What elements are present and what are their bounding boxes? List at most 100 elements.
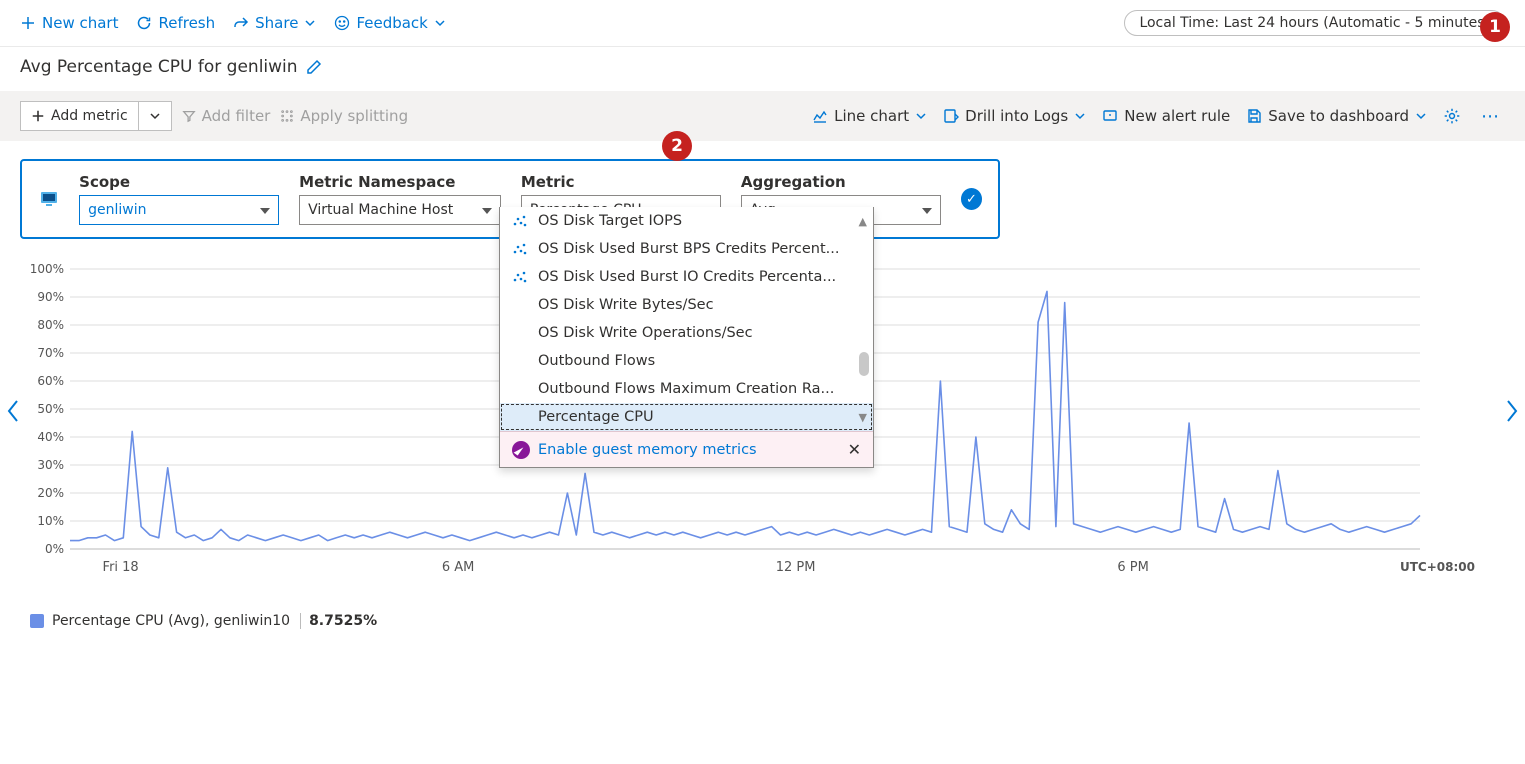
filter-icon [182, 109, 196, 123]
enable-guest-memory-link[interactable]: Enable guest memory metrics ✕ [500, 431, 873, 467]
apply-splitting-label: Apply splitting [300, 107, 408, 125]
metric-option-label: OS Disk Used Burst BPS Credits Percent..… [538, 241, 840, 257]
metric-option-label: OS Disk Target IOPS [538, 213, 682, 229]
new-alert-rule-button[interactable]: New alert rule [1102, 107, 1230, 125]
aggregation-label: Aggregation [741, 173, 941, 191]
svg-text:6 AM: 6 AM [442, 560, 475, 575]
add-metric-button[interactable]: Add metric [20, 101, 138, 131]
metric-option-label: Outbound Flows [538, 353, 655, 369]
metric-option-label: Percentage CPU [538, 409, 654, 425]
save-to-dashboard-button[interactable]: Save to dashboard [1246, 107, 1427, 125]
svg-text:100%: 100% [30, 262, 64, 276]
chart-next-button[interactable] [1505, 399, 1519, 423]
chevron-down-icon [304, 17, 316, 29]
refresh-button[interactable]: Refresh [136, 14, 215, 32]
metric-namespace-label: Metric Namespace [299, 173, 501, 191]
drill-into-logs-button[interactable]: Drill into Logs [943, 107, 1086, 125]
add-filter-button[interactable]: Add filter [182, 107, 271, 125]
split-icon [280, 109, 294, 123]
chart-toolbar: Add metric Add filter Apply splitting Li… [0, 91, 1525, 141]
scope-label: Scope [79, 173, 279, 191]
scroll-down-icon[interactable]: ▼ [859, 411, 867, 424]
plus-icon [31, 109, 45, 123]
metric-option[interactable]: OS Disk Used Burst BPS Credits Percent..… [500, 235, 873, 263]
add-metric-dropdown-toggle[interactable] [138, 101, 172, 131]
scrollbar-thumb[interactable] [859, 352, 869, 376]
feedback-button[interactable]: Feedback [334, 14, 445, 32]
svg-text:50%: 50% [37, 402, 64, 416]
metric-dropdown: OS Disk Target IOPS ▲ OS Disk Used Burst B… [499, 207, 874, 468]
metric-option[interactable]: OS Disk Write Bytes/Sec [500, 291, 873, 319]
metric-label: Metric [521, 173, 721, 191]
svg-text:40%: 40% [37, 430, 64, 444]
new-chart-label: New chart [42, 14, 118, 32]
save-to-dashboard-label: Save to dashboard [1268, 107, 1409, 125]
svg-text:6 PM: 6 PM [1117, 560, 1148, 575]
add-filter-label: Add filter [202, 107, 271, 125]
enable-guest-memory-label: Enable guest memory metrics [538, 442, 757, 458]
svg-text:20%: 20% [37, 486, 64, 500]
chart-prev-button[interactable] [6, 399, 20, 423]
top-command-bar: New chart Refresh Share Feedback Local T… [0, 0, 1525, 47]
time-range-pill[interactable]: Local Time: Last 24 hours (Automatic - 5… [1124, 10, 1505, 36]
add-metric-label: Add metric [51, 108, 128, 124]
svg-text:70%: 70% [37, 346, 64, 360]
gear-icon[interactable] [1443, 107, 1461, 125]
svg-text:Fri 18: Fri 18 [103, 560, 139, 575]
metric-option[interactable]: OS Disk Used Burst IO Credits Percenta..… [500, 263, 873, 291]
chart-legend: Percentage CPU (Avg), genliwin10 8.7525% [30, 613, 1525, 629]
metric-option-label: OS Disk Used Burst IO Credits Percenta..… [538, 269, 836, 285]
more-button[interactable]: ⋯ [1477, 106, 1505, 127]
svg-text:0%: 0% [45, 542, 64, 556]
apply-check-icon[interactable] [961, 188, 982, 210]
plus-icon [20, 15, 36, 31]
alert-icon [1102, 108, 1118, 124]
line-chart-icon [812, 108, 828, 124]
svg-text:60%: 60% [37, 374, 64, 388]
save-icon [1246, 108, 1262, 124]
metric-option[interactable]: Outbound Flows [500, 347, 873, 375]
metric-option-label: OS Disk Write Bytes/Sec [538, 297, 714, 313]
legend-series-label: Percentage CPU (Avg), genliwin10 [52, 613, 290, 629]
svg-text:UTC+08:00: UTC+08:00 [1400, 560, 1475, 574]
new-chart-button[interactable]: New chart [20, 14, 118, 32]
svg-text:80%: 80% [37, 318, 64, 332]
chevron-down-icon [1074, 110, 1086, 122]
metric-option-label: Outbound Flows Maximum Creation Ra... [538, 381, 834, 397]
refresh-icon [136, 15, 152, 31]
pencil-icon[interactable] [306, 59, 322, 75]
line-chart-label: Line chart [834, 107, 909, 125]
metric-option[interactable]: Percentage CPU ▼ [500, 403, 873, 431]
share-label: Share [255, 14, 298, 32]
close-icon[interactable]: ✕ [848, 440, 861, 459]
svg-text:90%: 90% [37, 290, 64, 304]
scope-selector[interactable]: genliwin [79, 195, 279, 225]
metric-option[interactable]: Outbound Flows Maximum Creation Ra... [500, 375, 873, 403]
metric-option-label: OS Disk Write Operations/Sec [538, 325, 753, 341]
metric-option[interactable]: OS Disk Target IOPS ▲ [500, 207, 873, 235]
refresh-label: Refresh [158, 14, 215, 32]
metric-option[interactable]: OS Disk Write Operations/Sec [500, 319, 873, 347]
logs-icon [943, 108, 959, 124]
chevron-down-icon [434, 17, 446, 29]
chevron-down-icon [1415, 110, 1427, 122]
apply-splitting-button[interactable]: Apply splitting [280, 107, 408, 125]
callout-badge-2: 2 [662, 131, 692, 161]
svg-text:30%: 30% [37, 458, 64, 472]
chevron-down-icon [149, 110, 161, 122]
scope-value: genliwin [88, 202, 146, 218]
new-alert-rule-label: New alert rule [1124, 107, 1230, 125]
svg-text:10%: 10% [37, 514, 64, 528]
legend-value: 8.7525% [300, 613, 377, 629]
svg-text:12 PM: 12 PM [776, 560, 816, 575]
metric-namespace-value: Virtual Machine Host [308, 202, 453, 218]
metric-namespace-selector[interactable]: Virtual Machine Host [299, 195, 501, 225]
drill-into-logs-label: Drill into Logs [965, 107, 1068, 125]
share-icon [233, 15, 249, 31]
line-chart-button[interactable]: Line chart [812, 107, 927, 125]
share-button[interactable]: Share [233, 14, 316, 32]
scroll-up-icon[interactable]: ▲ [859, 215, 867, 228]
feedback-label: Feedback [356, 14, 427, 32]
callout-badge-1: 1 [1480, 12, 1510, 42]
compass-icon [512, 441, 530, 459]
